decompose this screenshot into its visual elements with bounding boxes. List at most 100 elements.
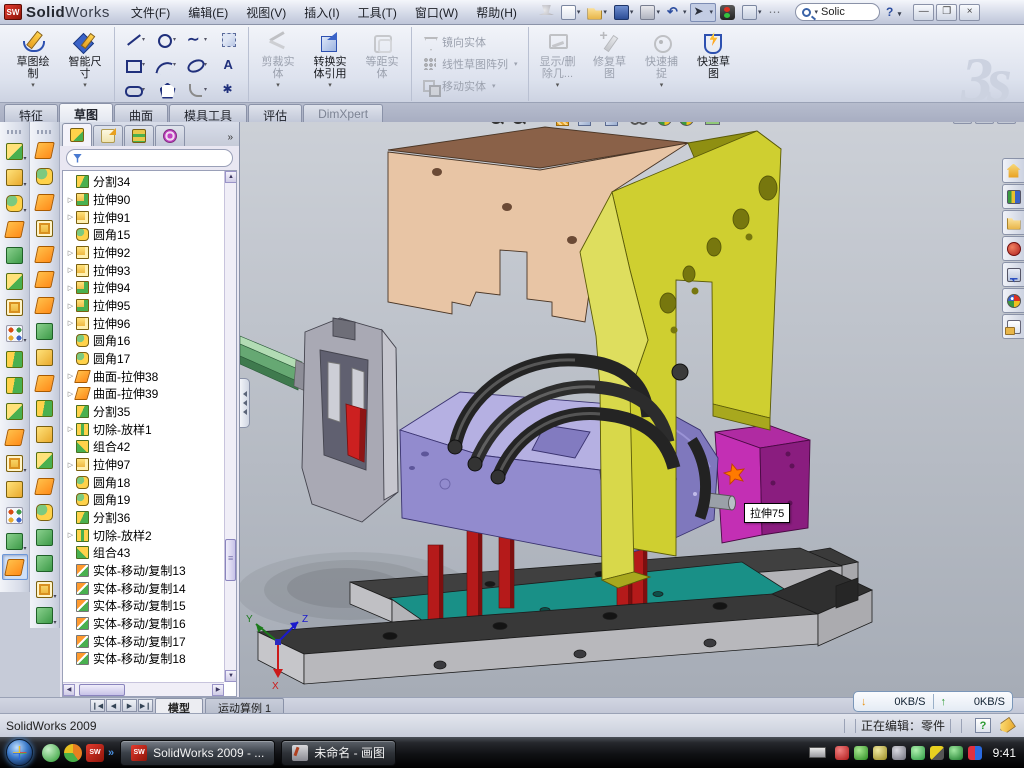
security-center[interactable] [949, 746, 963, 760]
doc-restore-button[interactable]: ❐ [975, 122, 994, 124]
text-button[interactable] [213, 52, 243, 76]
feature-tree-item[interactable]: ▷ 曲面-拉伸39 [65, 385, 224, 403]
command-button[interactable]: 修复草 图 [584, 27, 636, 101]
feature-tree-item[interactable]: 组合42 [65, 438, 224, 456]
save-button[interactable]: ▾ [611, 3, 637, 22]
scroll-thumb[interactable] [225, 539, 236, 581]
taskbar-task-button[interactable]: SW SolidWorks 2009 - ... [120, 740, 275, 766]
curve-button[interactable]: ▾ [2, 528, 28, 554]
command-button[interactable]: 智能尺 寸▾ [59, 27, 111, 101]
expand-arrow-icon[interactable]: ▷ [65, 425, 76, 433]
knit-surface-button[interactable] [32, 448, 58, 474]
feature-tree-item[interactable]: 组合43 [65, 544, 224, 562]
magnified-selection-button[interactable] [532, 122, 548, 126]
next-tab-button[interactable]: ▶ [122, 699, 137, 712]
command-button[interactable]: 等距实 体 [356, 27, 408, 101]
gray-clamp[interactable] [302, 318, 398, 522]
select-button[interactable]: ➤▾ [690, 3, 716, 22]
feature-tree-item[interactable]: 分割36 [65, 509, 224, 527]
feature-tree-item[interactable]: 实体-移动/复制14 [65, 579, 224, 597]
command-button[interactable]: 转换实 体引用▾ [304, 27, 356, 101]
ribbon-tab[interactable]: DimXpert [303, 104, 383, 122]
ellipse-button[interactable]: ▾ [182, 52, 212, 76]
feature-tree-item[interactable]: 实体-移动/复制15 [65, 597, 224, 615]
menu-item[interactable]: 工具(T) [349, 1, 406, 24]
ribbon-tab[interactable]: 模具工具 [169, 104, 247, 122]
move-copy-body-button[interactable] [2, 424, 28, 450]
search-box[interactable]: ▾ [795, 3, 881, 21]
feature-tree-item[interactable]: 圆角15 [65, 226, 224, 244]
tag-icon[interactable] [997, 716, 1016, 734]
feature-tree-item[interactable]: 实体-移动/复制13 [65, 562, 224, 580]
menu-item[interactable]: 视图(V) [237, 1, 295, 24]
display-style-button[interactable]: ▾ [603, 122, 624, 126]
scroll-down-button[interactable]: ▼ [225, 670, 237, 682]
feature-tree-item[interactable]: 圆角19 [65, 491, 224, 509]
feature-tree-item[interactable]: ▷ 拉伸95 [65, 297, 224, 315]
reference-point-button[interactable]: ▾ [2, 450, 28, 476]
scroll-left-button[interactable]: ◀ [63, 684, 75, 696]
prev-tab-button[interactable]: ◀ [106, 699, 121, 712]
panel-tabs-overflow[interactable]: » [227, 132, 237, 146]
surface-fillet-button[interactable] [32, 370, 58, 396]
line-button[interactable]: ▾ [120, 27, 150, 51]
fillet-button[interactable]: ▾ [2, 190, 28, 216]
reference-axis-button[interactable] [2, 502, 28, 528]
instant3d-button[interactable] [2, 554, 28, 580]
freeform-button[interactable] [2, 216, 28, 242]
minimize-button[interactable]: — [913, 4, 934, 21]
extend-surface-button[interactable] [32, 319, 58, 345]
custom-properties-button[interactable] [1002, 314, 1024, 339]
document-tab[interactable]: 运动算例 1 [205, 698, 284, 713]
configurationmanager-tab[interactable] [124, 125, 154, 146]
pattern-button[interactable]: ▾ [2, 320, 28, 346]
shell-button[interactable] [2, 242, 28, 268]
edit-appearance-button[interactable] [656, 122, 672, 126]
document-tab[interactable]: 模型 [155, 698, 203, 713]
ribbon-tab[interactable]: 特征 [4, 104, 58, 122]
spline-tool-button[interactable]: ▾ [32, 602, 58, 628]
scroll-up-button[interactable]: ▲ [225, 171, 237, 183]
expand-arrow-icon[interactable]: ▷ [65, 196, 76, 204]
doc-minimize-button[interactable]: — [953, 122, 972, 124]
feature-tree-item[interactable]: ▷ 拉伸92 [65, 244, 224, 262]
restore-button[interactable]: ❐ [936, 4, 957, 21]
feature-tree-item[interactable]: 分割35 [65, 403, 224, 421]
tree-horizontal-scrollbar[interactable]: ◀ ▶ [63, 682, 224, 696]
hide-show-items-button[interactable]: ▾ [629, 122, 650, 126]
expand-arrow-icon[interactable]: ▷ [65, 266, 76, 274]
magenta-block[interactable] [715, 425, 810, 543]
menu-item[interactable]: 文件(F) [122, 1, 179, 24]
overflow-button[interactable]: ⋯ [766, 3, 787, 22]
command-row-button[interactable]: 镜向实体 [417, 32, 523, 52]
undo-button[interactable]: ↶▾ [664, 3, 690, 22]
new-document-button[interactable]: ▾ [558, 3, 584, 22]
feature-tree-item[interactable]: ▷ 切除-放样1 [65, 420, 224, 438]
feature-tree-item[interactable]: ▷ 拉伸90 [65, 191, 224, 209]
replace-face-button[interactable] [32, 422, 58, 448]
polygon-button[interactable] [151, 77, 181, 101]
extruded-boss-button[interactable]: ▾ [2, 138, 28, 164]
scroll-right-button[interactable]: ▶ [212, 684, 224, 696]
offset-surface-button[interactable] [32, 267, 58, 293]
expand-arrow-icon[interactable]: ▷ [65, 213, 76, 221]
ribbon-tab[interactable]: 评估 [248, 104, 302, 122]
scroll-thumb[interactable] [79, 684, 125, 696]
view-orientation-button[interactable]: ▾ [576, 122, 597, 126]
feature-tree-item[interactable]: 圆角17 [65, 350, 224, 368]
dimxpertmanager-tab[interactable] [155, 125, 185, 146]
close-button[interactable]: × [959, 4, 980, 21]
start-button[interactable] [2, 738, 36, 767]
swept-surface-button[interactable] [32, 138, 58, 164]
feature-tree-item[interactable]: 实体-移动/复制16 [65, 615, 224, 633]
circle-button[interactable]: ▾ [151, 27, 181, 51]
update[interactable] [873, 746, 887, 760]
section-view-button[interactable] [554, 122, 570, 126]
command-row-button[interactable]: 线性草图阵列▾ [417, 54, 523, 74]
sync[interactable] [968, 746, 982, 760]
network-warning[interactable] [930, 746, 944, 760]
view-palette-button[interactable] [1002, 262, 1024, 287]
search-input[interactable] [821, 6, 873, 18]
feature-tree-item[interactable]: ▷ 曲面-拉伸38 [65, 367, 224, 385]
open-button[interactable]: ▾ [584, 3, 610, 22]
